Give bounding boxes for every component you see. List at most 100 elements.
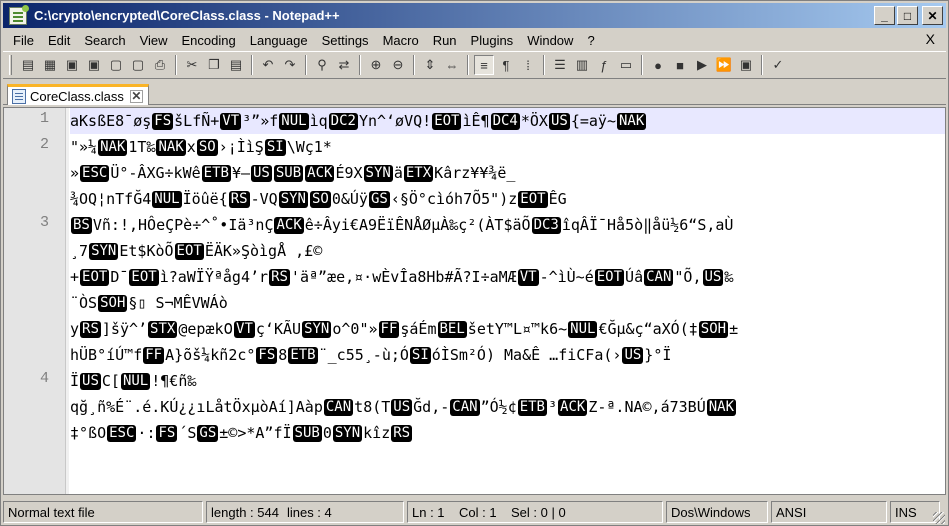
menu-view[interactable]: View [133,33,175,48]
record-macro-icon[interactable]: ● [648,55,668,75]
code-line[interactable]: ¨ÒS SOH §▯ S¬MÊVWÁò [70,290,228,316]
toolbar-separator [305,55,307,75]
code-text: €Ğµ&ç“aXÓ(‡ [598,320,698,338]
new-file-icon[interactable]: ▤ [18,55,38,75]
line-number: 1 [39,110,49,127]
resize-grip-icon[interactable] [933,512,945,524]
find-icon[interactable]: ⚲ [312,55,332,75]
current-line[interactable]: aKsßE8¯øş FS šLfÑ+ VT ³”»f NUL ìq DC2 Yn^‘øVQ! EO… [70,108,945,134]
code-text: y [70,320,80,338]
menu-window[interactable]: Window [520,33,580,48]
code-text: ‰ [724,268,734,286]
word-wrap-icon[interactable]: ≡ [474,55,494,75]
function-list-icon[interactable]: ƒ [594,55,614,75]
sync-vertical-icon[interactable]: ⇕ [420,55,440,75]
menu-run[interactable]: Run [426,33,464,48]
copy-icon[interactable]: ❐ [204,55,224,75]
close-button[interactable]: ✕ [922,6,943,25]
indent-guide-icon[interactable]: ⁞ [518,55,538,75]
save-icon[interactable]: ▣ [62,55,82,75]
play-macro-icon[interactable]: ▶ [692,55,712,75]
control-char-badge: BS [71,217,92,234]
user-lang-icon[interactable]: ☰ [550,55,570,75]
toolbar-separator [175,55,177,75]
spellcheck-icon[interactable]: ✓ [768,55,788,75]
control-char-badge: ETB [201,165,231,182]
code-line[interactable]: » ESC Ü°-ÂXG÷kWê ETB ¥— US SUB ACK É9X SYN ä ETX Kâr… [70,160,515,186]
title-bar[interactable]: C:\crypto\encrypted\CoreClass.class - No… [3,3,946,28]
stop-macro-icon[interactable]: ■ [670,55,690,75]
tab-coreclass[interactable]: CoreClass.class ✕ [7,84,149,105]
code-text: Vñ:!,HÔeÇPè÷^˚•Iä³nÇ [92,216,274,234]
code-text: ìq [309,112,328,130]
code-text: šetY™L¤™k6~ [467,320,568,338]
save-macro-icon[interactable]: ▣ [736,55,756,75]
menu-macro[interactable]: Macro [376,33,426,48]
code-line[interactable]: hÜB°íÚ™f FF A}õš¼kñ2c° FS 8 ETB ¨_c55¸-ù;Ó SI óÌ… [70,342,671,368]
code-text: ¨ÒS [70,294,98,312]
cut-icon[interactable]: ✂ [182,55,202,75]
code-text: ËÄK»ŞòìgÅ ,£© [204,242,323,260]
close-all-icon[interactable]: ▢ [128,55,148,75]
control-char-badge: ACK [274,217,304,234]
code-text: !¶€ñ‰ [151,372,197,390]
save-all-icon[interactable]: ▣ [84,55,104,75]
close-icon[interactable]: ▢ [106,55,126,75]
control-char-badge: VT [517,269,539,286]
control-char-badge: DC2 [328,113,358,130]
zoom-out-icon[interactable]: ⊖ [388,55,408,75]
code-line[interactable]: y RS]šÿ^’ STX @epæk߀ VT ç‘KÃU SYN o^0"» FF şáÉm BE… [70,316,738,342]
sync-horizontal-icon[interactable]: ⇔ [442,55,462,75]
code-line[interactable]: ‡°ßO ESC ·: FS ´S GS ±©>*A”fÏ SUB 0 SYN kîz RS [70,420,413,446]
print-icon[interactable]: ⎙ [150,55,170,75]
menu-search[interactable]: Search [77,33,132,48]
folder-workspace-icon[interactable]: ▭ [616,55,636,75]
toolbar-grip[interactable] [9,55,12,75]
code-area[interactable]: aKsßE8¯øş FS šLfÑ+ VT ³”»f NUL ìq DC2 Yn^‘øVQ! EO… [70,108,945,494]
play-multiple-icon[interactable]: ⏩ [714,55,734,75]
control-char-badge: NAK [616,113,647,130]
menu-plugins[interactable]: Plugins [464,33,521,48]
code-text: + [70,268,80,286]
code-text: ¥— [231,164,250,182]
redo-icon[interactable]: ↷ [280,55,300,75]
control-char-badge: RS [391,425,413,442]
editor[interactable]: 1 2 3 4 aKsßE8¯øş FS šLfÑ+ VT ³”»f NUL ìq DC2 Yn… [3,107,946,495]
minimize-button[interactable]: _ [874,6,895,25]
close-document-button[interactable]: X [926,31,935,47]
code-text: 'äª”æe,¤·wÈvÎa8Hb#Ã?I÷aMÆ [290,268,517,286]
notepadpp-app-icon[interactable] [9,4,29,25]
replace-icon[interactable]: ⇄ [334,55,354,75]
paste-icon[interactable]: ▤ [226,55,246,75]
menu-file[interactable]: File [3,33,41,48]
code-text: Ğd,- [413,398,450,416]
maximize-button[interactable]: □ [897,6,918,25]
menu-settings[interactable]: Settings [315,33,376,48]
code-line[interactable]: BS Vñ:!,HÔeÇPè÷^˚•Iä³nÇ ACK ê÷Âyi€A9ËïÊNÅØµ… [70,212,733,238]
code-line[interactable]: "»¼ NAK 1T‰ NAK x SO ›¡ÌìŞ SI \Wç1* [70,134,332,160]
undo-icon[interactable]: ↶ [258,55,278,75]
status-eol[interactable]: Dos\Windows [666,501,768,523]
code-text: 8 [278,346,288,364]
open-file-icon[interactable]: ▦ [40,55,60,75]
toolbar-separator [641,55,643,75]
status-encoding[interactable]: ANSI [771,501,887,523]
code-line[interactable]: Ï US C[NUL !¶€ñ‰ [70,368,196,394]
menu-language[interactable]: Language [243,33,315,48]
control-char-badge: ACK [305,165,335,182]
code-text: Ï [70,372,80,390]
code-line[interactable]: + EOT D¯ EOT ì?aWÏŸªåg4’r RS'äª”æe,¤·wÈvÎa8Hb… [70,264,733,290]
code-line[interactable]: ¸7 SYN Et$KòÕ EOT ËÄK»ŞòìgÅ ,£© [70,238,322,264]
code-line[interactable]: qğ¸ñ%É¨.é.KÚ¿¿ıLåtÖxµòAí]Aàp CAN t8(T US Ğd,… [70,394,737,420]
doc-map-icon[interactable]: ▥ [572,55,592,75]
tab-close-icon[interactable]: ✕ [129,89,143,103]
show-all-chars-icon[interactable]: ¶ [496,55,516,75]
control-char-badge: NUL [279,113,309,130]
code-text: Ïöûë{ [182,190,228,208]
menu-encoding[interactable]: Encoding [175,33,243,48]
control-char-badge: NUL [568,321,598,338]
menu-help[interactable]: ? [580,33,601,48]
menu-edit[interactable]: Edit [41,33,77,48]
zoom-in-icon[interactable]: ⊕ [366,55,386,75]
code-line[interactable]: ¾OQ¦nTfĞ4 NUL Ïöûë{RS -VQ SYN SO 0&Úÿ GS ‹§Ö°cìó… [70,186,567,212]
